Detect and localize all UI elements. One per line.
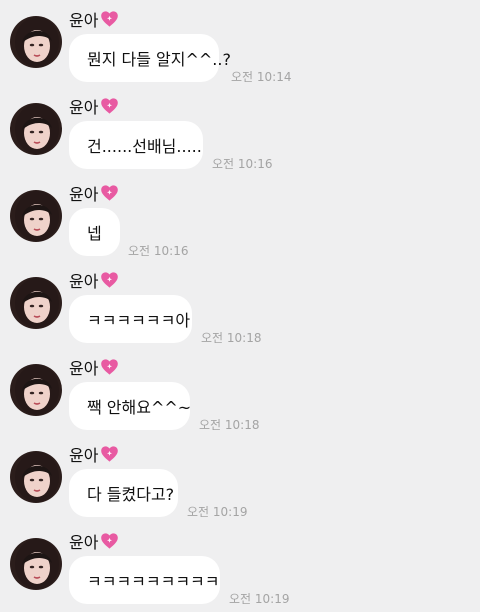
message-text: ㅋㅋㅋㅋㅋㅋㅋㅋㅋ	[87, 572, 220, 591]
message-timestamp: 오전 10:16	[128, 244, 189, 258]
avatar-portrait-image	[15, 365, 59, 415]
message-timestamp: 오전 10:16	[212, 157, 273, 171]
pink-sparkling-heart-icon	[100, 358, 119, 376]
message-row: 윤아 ㅋㅋㅋㅋㅋㅋ아 오전 10:18	[0, 267, 480, 351]
message-timestamp: 오전 10:18	[201, 331, 262, 345]
message-row: 윤아 ㅋㅋㅋㅋㅋㅋㅋㅋㅋ 오전 10:19	[0, 528, 480, 612]
sender-avatar[interactable]	[10, 190, 62, 242]
sender-name: 윤아	[69, 95, 119, 117]
sender-name-text: 윤아	[69, 359, 99, 378]
avatar-portrait-image	[15, 539, 59, 589]
message-timestamp: 오전 10:18	[199, 418, 260, 432]
pink-sparkling-heart-icon	[100, 532, 119, 550]
sender-name: 윤아	[69, 530, 119, 552]
sender-avatar[interactable]	[10, 277, 62, 329]
message-row: 윤아 뭔지 다들 알지^^..? 오전 10:14	[0, 6, 480, 90]
sender-name-text: 윤아	[69, 533, 99, 552]
message-text: 건......선배님.....	[87, 137, 202, 156]
message-row: 윤아 다 들켰다고? 오전 10:19	[0, 441, 480, 525]
message-timestamp: 오전 10:14	[231, 70, 292, 84]
pink-sparkling-heart-icon	[100, 97, 119, 115]
message-bubble[interactable]: 건......선배님.....	[69, 121, 203, 169]
sender-avatar[interactable]	[10, 451, 62, 503]
sender-name-text: 윤아	[69, 446, 99, 465]
chat-message-list: 윤아 뭔지 다들 알지^^..? 오전 10:14 윤아 건......선배님.…	[0, 0, 480, 606]
sender-name: 윤아	[69, 356, 119, 378]
avatar-portrait-image	[15, 191, 59, 241]
sender-avatar[interactable]	[10, 538, 62, 590]
message-bubble[interactable]: 다 들켰다고?	[69, 469, 178, 517]
message-text: ㅋㅋㅋㅋㅋㅋ아	[87, 311, 191, 330]
message-row: 윤아 넵 오전 10:16	[0, 180, 480, 264]
pink-sparkling-heart-icon	[100, 184, 119, 202]
pink-sparkling-heart-icon	[100, 10, 119, 28]
pink-sparkling-heart-icon	[100, 445, 119, 463]
message-timestamp: 오전 10:19	[229, 592, 290, 606]
message-bubble[interactable]: 뭔지 다들 알지^^..?	[69, 34, 231, 82]
message-bubble[interactable]: 넵	[69, 208, 120, 256]
message-bubble[interactable]: ㅋㅋㅋㅋㅋㅋㅋㅋㅋ	[69, 556, 220, 604]
message-text: 넵	[87, 224, 102, 243]
avatar-portrait-image	[15, 17, 59, 67]
sender-name-text: 윤아	[69, 272, 99, 291]
pink-sparkling-heart-icon	[100, 271, 119, 289]
message-row: 윤아 건......선배님..... 오전 10:16	[0, 93, 480, 177]
message-row: 윤아 짹 안해요^^~ 오전 10:18	[0, 354, 480, 438]
sender-avatar[interactable]	[10, 103, 62, 155]
message-timestamp: 오전 10:19	[187, 505, 248, 519]
message-bubble[interactable]: 짹 안해요^^~	[69, 382, 192, 430]
message-text: 뭔지 다들 알지^^..?	[87, 50, 231, 69]
sender-name-text: 윤아	[69, 98, 99, 117]
sender-name: 윤아	[69, 443, 119, 465]
sender-avatar[interactable]	[10, 16, 62, 68]
avatar-portrait-image	[15, 104, 59, 154]
sender-name: 윤아	[69, 182, 119, 204]
message-text: 다 들켰다고?	[87, 485, 175, 504]
message-bubble[interactable]: ㅋㅋㅋㅋㅋㅋ아	[69, 295, 192, 343]
sender-name-text: 윤아	[69, 11, 99, 30]
sender-avatar[interactable]	[10, 364, 62, 416]
sender-name: 윤아	[69, 269, 119, 291]
message-text: 짹 안해요^^~	[87, 398, 192, 417]
avatar-portrait-image	[15, 278, 59, 328]
sender-name: 윤아	[69, 8, 119, 30]
sender-name-text: 윤아	[69, 185, 99, 204]
avatar-portrait-image	[15, 452, 59, 502]
